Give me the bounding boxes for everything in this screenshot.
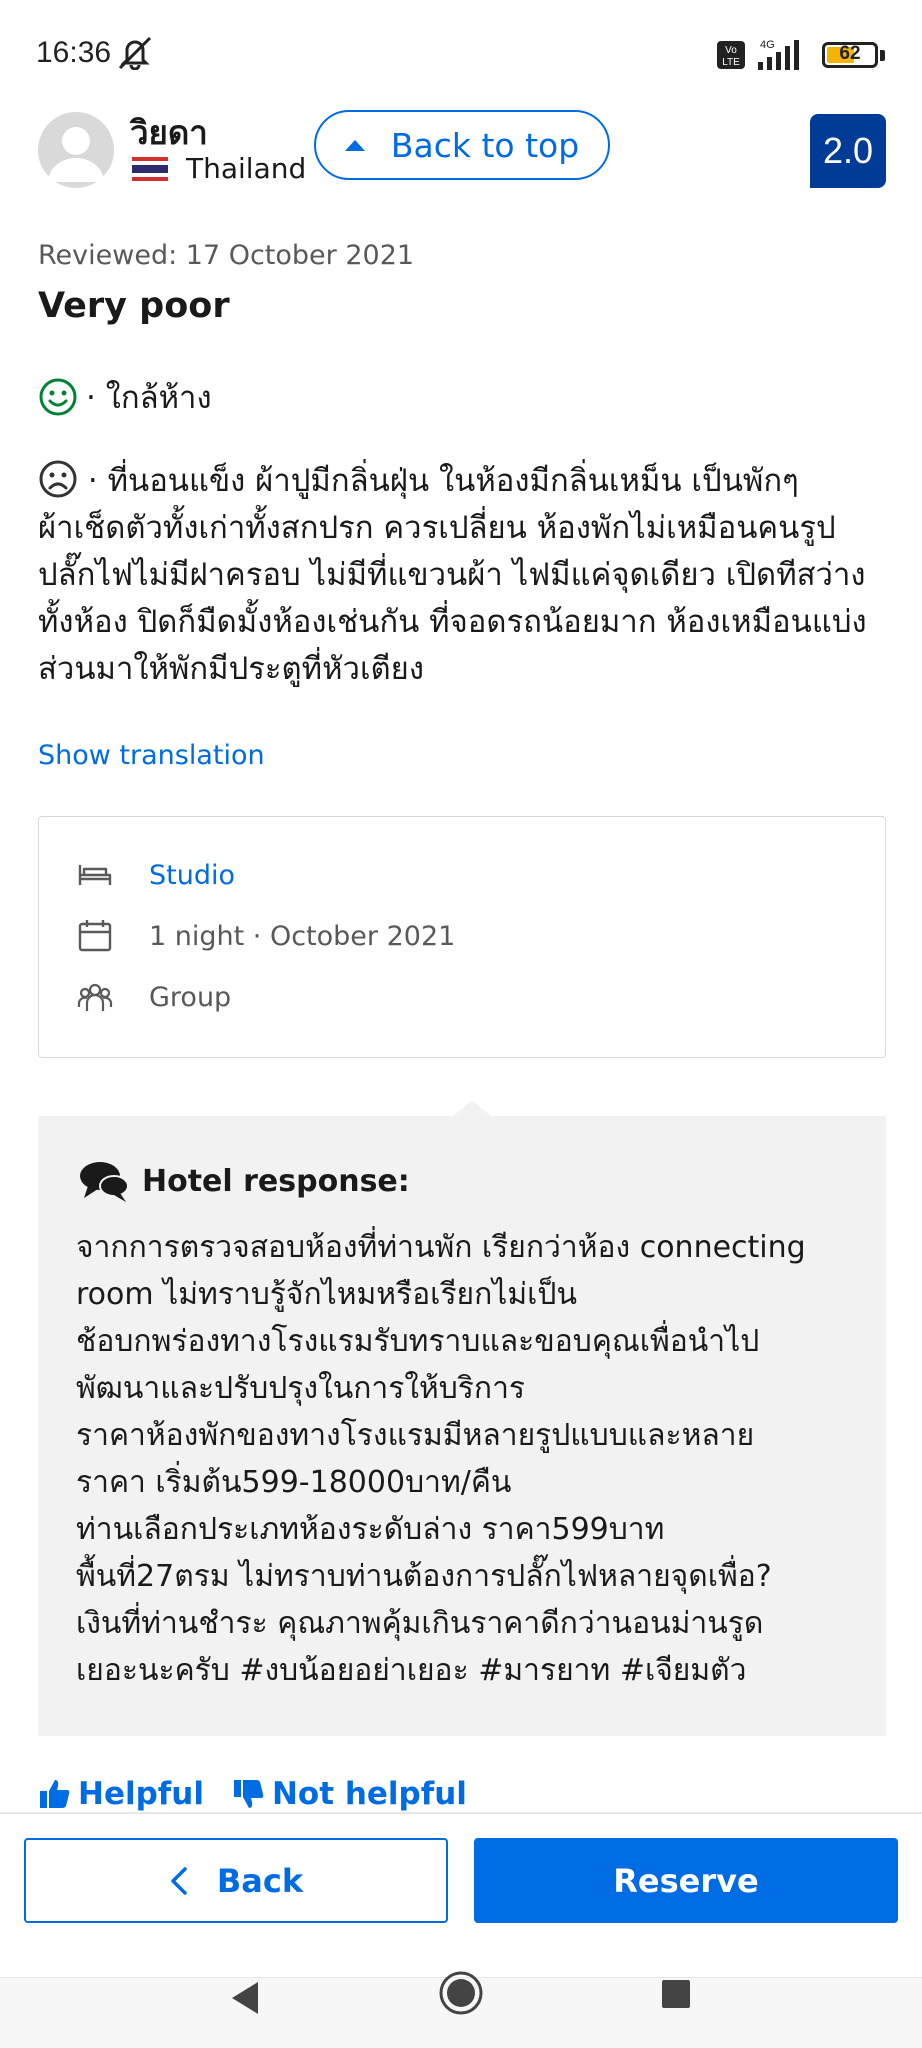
reserve-button-label: Reserve — [613, 1861, 759, 1900]
helpful-button[interactable]: Helpful — [38, 1776, 204, 1812]
response-line: พื้นที่27ตรม ไม่ทราบท่านต้องการปลั๊กไฟหล… — [76, 1559, 772, 1594]
battery-icon: 62 — [822, 42, 878, 68]
frown-icon — [39, 460, 77, 498]
negative-comment-text: · ที่นอนแข็ง ผ้าปูมีกลิ่นฝุ่น ในห้องมีกล… — [38, 463, 867, 687]
stay-traveler-row: Group — [77, 979, 231, 1015]
chat-bubbles-icon — [80, 1162, 129, 1202]
avatar — [38, 112, 114, 188]
group-icon — [77, 983, 113, 1011]
response-pointer — [452, 1100, 492, 1117]
back-button[interactable]: Back — [24, 1838, 448, 1923]
hotel-response-title: Hotel response: — [142, 1163, 410, 1199]
show-translation-link[interactable]: Show translation — [38, 740, 265, 771]
thumbs-up-icon — [40, 1780, 70, 1808]
smile-icon — [39, 378, 77, 416]
caret-up-icon — [344, 139, 365, 151]
svg-text:Vo: Vo — [725, 45, 737, 56]
status-time: 16:36 — [36, 36, 112, 69]
response-line: ท่านเลือกประเภทห้องระดับล่าง ราคา599บาท — [76, 1512, 665, 1547]
response-line: ราคาห้องพักของทางโรงแรมมีหลายรูปแบบและหล… — [76, 1418, 755, 1453]
bottom-action-bar: Back Reserve — [0, 1812, 922, 1977]
stay-traveler-type: Group — [149, 981, 232, 1013]
reviewed-date: Reviewed: 17 October 2021 — [38, 240, 415, 271]
hotel-response: Hotel response: จากการตรวจสอบห้องที่ท่าน… — [38, 1116, 886, 1736]
svg-text:4G: 4G — [760, 39, 775, 51]
response-line: เยอะนะครับ #งบน้อยอย่าเยอะ #มารยาท #เจีย… — [76, 1653, 747, 1688]
not-helpful-button[interactable]: Not helpful — [232, 1776, 467, 1812]
thumbs-down-icon — [233, 1780, 264, 1808]
score-badge: 2.0 — [810, 114, 886, 188]
calendar-icon — [78, 920, 112, 952]
stay-info-card: Studio 1 night · October 2021 Group — [38, 816, 886, 1058]
bed-icon — [78, 865, 112, 885]
not-helpful-label: Not helpful — [271, 1776, 467, 1812]
negative-comment: · ที่นอนแข็ง ผ้าปูมีกลิ่นฝุ่น ในห้องมีกล… — [38, 458, 898, 693]
stay-duration-row: 1 night · October 2021 — [77, 918, 455, 954]
user-avatar-icon — [48, 127, 104, 182]
stay-duration: 1 night · October 2021 — [149, 920, 456, 952]
back-to-top-button[interactable]: Back to top — [314, 110, 610, 180]
response-line: จากการตรวจสอบห้องที่ท่านพัก เรียกว่าห้อง… — [76, 1230, 806, 1265]
system-nav-bar — [0, 1971, 922, 2048]
nav-home-icon[interactable] — [438, 1970, 484, 2016]
review-title: Very poor — [38, 286, 230, 326]
feedback-row: Helpful Not helpful — [38, 1776, 495, 1812]
nav-recents-icon[interactable] — [662, 1980, 690, 2008]
helpful-label: Helpful — [78, 1776, 204, 1812]
response-line: เงินที่ท่านชำระ คุณภาพคุ้มเกินราคาดีกว่า… — [76, 1606, 764, 1641]
hotel-response-text: จากการตรวจสอบห้องที่ท่านพัก เรียกว่าห้อง… — [76, 1224, 866, 1694]
battery-tip — [880, 50, 885, 61]
hotel-response-header: Hotel response: — [78, 1158, 410, 1204]
back-to-top-label: Back to top — [390, 125, 580, 165]
positive-comment-text: · ใกล้ห้าง — [86, 380, 212, 416]
response-line: ช้อบกพร่องทางโรงแรมรับทราบและขอบคุณเพื่อ… — [76, 1324, 760, 1359]
stay-room-row: Studio — [77, 857, 235, 893]
chevron-left-icon — [171, 1866, 187, 1895]
volte-icon: Vo LTE — [717, 41, 745, 69]
status-bar: 16:36 Vo LTE 4G 62 — [0, 0, 922, 110]
signal-4g-icon: 4G — [758, 39, 799, 70]
battery-label: 62 — [839, 43, 861, 64]
score-value: 2.0 — [822, 130, 874, 171]
reviewer-country: Thailand — [186, 152, 307, 185]
svg-text:LTE: LTE — [722, 57, 740, 68]
mute-icon — [118, 36, 152, 70]
response-line: room ไม่ทราบรู้จักไหมหรือเรียกไม่เป็น — [76, 1277, 577, 1312]
response-line: พัฒนาและปรับปรุงในการให้บริการ — [76, 1371, 526, 1406]
thailand-flag-icon — [132, 157, 168, 181]
positive-comment: · ใกล้ห้าง — [38, 372, 212, 422]
nav-back-icon[interactable] — [226, 1978, 266, 2018]
stay-room-link[interactable]: Studio — [149, 860, 235, 891]
reserve-button[interactable]: Reserve — [474, 1838, 898, 1923]
back-button-label: Back — [216, 1861, 304, 1900]
response-line: ราคา เริ่มต้น599-18000บาท/คืน — [76, 1465, 512, 1500]
